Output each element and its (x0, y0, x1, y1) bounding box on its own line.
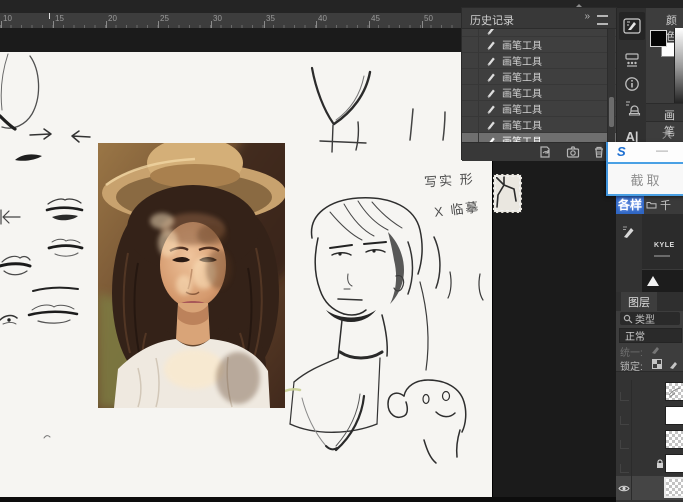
brush-icon (485, 119, 497, 131)
layer-lock-icon (656, 459, 664, 469)
foreground-color-swatch[interactable] (650, 30, 667, 47)
unify-brush-icon[interactable] (650, 344, 662, 355)
brush-icon (485, 135, 497, 143)
layer-row[interactable] (616, 404, 683, 428)
ruler-tick-label: 20 (108, 14, 117, 23)
brush-stroke-preview[interactable] (642, 269, 683, 292)
brush-settings-icon[interactable] (621, 224, 637, 240)
lock-pixels-icon[interactable] (668, 359, 679, 370)
clone-stamp-panel-icon[interactable] (619, 96, 645, 120)
layers-panel: 图层 类型 正常 统一: 锁定: (616, 292, 683, 502)
layer-row-selected[interactable] (616, 476, 683, 500)
ruler-tick-label: 45 (371, 14, 380, 23)
collapse-to-icons-button[interactable]: » (584, 11, 590, 22)
history-scrollbar[interactable] (607, 29, 615, 142)
layers-tab-bar: 图层 (616, 292, 683, 311)
canvas-paper[interactable]: 写实 形 X 临摹 (0, 52, 492, 497)
adjacent-group-label: 千 (660, 197, 671, 213)
selected-brush-group[interactable]: 各样 (616, 195, 644, 214)
history-panel: 历史记录 » 画笔工具 画笔工具 画笔工具 (462, 8, 616, 159)
brush-icon (485, 39, 497, 51)
selection-marquee[interactable] (493, 174, 522, 213)
clone-source-panel-icon[interactable] (619, 48, 645, 72)
stroke-thumbnail-icon (645, 272, 665, 290)
eye-icon[interactable] (618, 484, 630, 493)
filter-kind-label: 类型 (635, 311, 655, 326)
history-panel-footer (462, 142, 616, 161)
history-panel-header[interactable]: 历史记录 » (462, 8, 616, 29)
snip-logo-icon: S (617, 144, 626, 159)
history-scrollbar-thumb[interactable] (609, 97, 614, 127)
layer-filter-field[interactable]: 类型 (620, 312, 680, 325)
layer-row[interactable] (616, 452, 683, 476)
ruler-tick-label: 10 (3, 14, 12, 23)
panel-menu-icon[interactable] (597, 15, 608, 25)
layer-thumbnail[interactable] (666, 479, 683, 496)
ruler-cursor-marker (49, 13, 50, 19)
new-document-from-state-icon[interactable] (538, 145, 552, 159)
layer-list (616, 371, 683, 502)
layer-row[interactable] (616, 380, 683, 404)
brush-subtitle-bar (654, 255, 670, 257)
history-list: 画笔工具 画笔工具 画笔工具 画笔工具 画笔工具 (462, 29, 616, 142)
history-entry[interactable]: 画笔工具 (462, 69, 616, 85)
ruler-tick-label: 40 (318, 14, 327, 23)
history-entry[interactable]: 画笔工具 (462, 117, 616, 133)
tab-layers[interactable]: 图层 (621, 292, 657, 311)
info-panel-icon[interactable] (619, 72, 645, 96)
history-entry[interactable]: 画笔工具 (462, 85, 616, 101)
search-icon (623, 314, 633, 324)
layer-row[interactable] (616, 428, 683, 452)
history-entry[interactable]: 画笔工具 (462, 101, 616, 117)
brush-presets-panel: 各样 千 KYLE (616, 196, 683, 292)
layer-thumbnail[interactable] (666, 407, 683, 424)
brush-panel-header[interactable]: 画笔 (646, 103, 683, 122)
ruler-tick-label: 50 (424, 14, 433, 23)
brush-icon (485, 87, 497, 99)
preset-list: KYLE (642, 214, 683, 292)
ruler-tick-label: 35 (266, 14, 275, 23)
reference-photo (98, 143, 285, 408)
window-bottom-edge (0, 497, 616, 502)
brush-icon (485, 29, 497, 36)
brush-settings-panel-icon[interactable] (619, 12, 645, 40)
folder-icon (646, 200, 657, 209)
layer-thumbnail[interactable] (666, 431, 683, 448)
brush-group-row[interactable]: 各样 千 (616, 196, 671, 213)
history-entry[interactable]: 画笔工具 (462, 53, 616, 69)
snip-titlebar[interactable]: S — (608, 142, 683, 162)
color-gradient-ramp[interactable] (674, 28, 683, 114)
brush-icon (485, 103, 497, 115)
snip-tool-window: S — 截取 (606, 142, 683, 196)
brush-icon (485, 55, 497, 67)
blend-mode-dropdown[interactable]: 正常 (619, 328, 682, 343)
brush-icon (485, 71, 497, 83)
history-entry-partial[interactable] (462, 29, 616, 37)
history-entry[interactable]: 画笔工具 (462, 37, 616, 53)
minimize-button[interactable]: — (656, 143, 668, 157)
document-canvas[interactable]: 写实 形 X 临摹 (0, 28, 492, 497)
canvas-annotation-1: 写实 形 (423, 168, 475, 190)
presets-side-strip (616, 214, 643, 292)
lock-row: 锁定: (616, 356, 683, 371)
delete-trash-icon[interactable] (592, 145, 606, 159)
layer-filter-row: 类型 (616, 311, 683, 327)
history-entry-selected[interactable]: 画笔工具 (462, 133, 616, 142)
ruler-tick-label: 30 (213, 14, 222, 23)
ruler-tick-label: 25 (160, 14, 169, 23)
layer-thumbnail[interactable] (666, 455, 683, 472)
blend-mode-row: 正常 (616, 327, 683, 343)
visibility-toggle[interactable] (616, 476, 632, 500)
new-snapshot-camera-icon[interactable] (566, 145, 580, 159)
photoshop-window: 10 15 20 25 30 35 40 45 50 (0, 0, 683, 502)
lock-transparency-icon[interactable] (652, 359, 662, 369)
ruler-tick-label: 15 (55, 14, 64, 23)
layer-thumbnail[interactable] (666, 383, 683, 400)
brush-name-label[interactable]: KYLE (654, 242, 675, 249)
selection-content-sketch (494, 175, 519, 210)
history-panel-title: 历史记录 (470, 12, 514, 28)
capture-button[interactable]: 截取 (608, 162, 683, 196)
unify-row: 统一: (616, 343, 683, 356)
